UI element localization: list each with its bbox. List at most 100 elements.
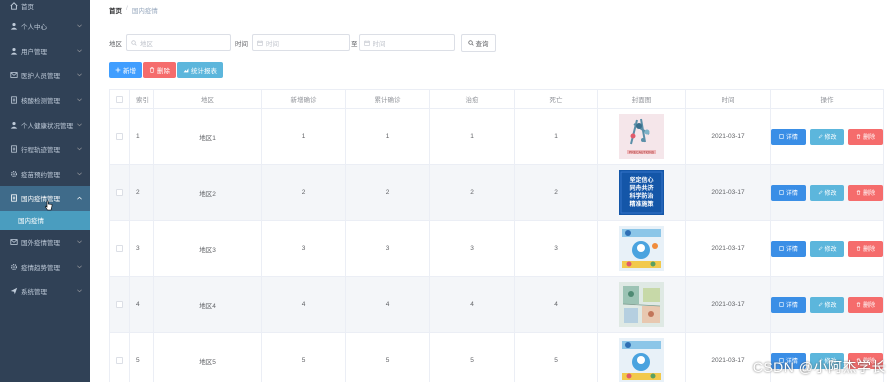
breadcrumb-current: 国内疫情: [131, 8, 158, 15]
sidebar-item-home[interactable]: 首页: [0, 0, 90, 14]
sidebar-item-foreign-epidemic[interactable]: 国外疫情管理: [0, 230, 90, 255]
header-area: 地区: [154, 90, 262, 108]
sidebar-item-nucleic-test[interactable]: 核酸检测管理: [0, 88, 90, 113]
sidebar-item-health-status[interactable]: 个人健康状况管理: [0, 112, 90, 137]
cell-cover: [598, 333, 686, 382]
add-button[interactable]: 新增: [109, 62, 142, 78]
sidebar-item-medical-staff[interactable]: 医护人员管理: [0, 63, 90, 88]
cover2-line: 科学防治: [629, 192, 653, 200]
cover2-line: 坚定信心: [629, 176, 653, 184]
checkbox[interactable]: [116, 357, 123, 364]
cell-area: 地区2: [154, 165, 262, 220]
cell-dead: 1: [515, 109, 598, 164]
time-end-placeholder: 时间: [372, 40, 386, 48]
delete-button[interactable]: 删除: [848, 240, 884, 257]
sidebar-item-domestic-epidemic[interactable]: 国内疫情管理: [0, 186, 90, 211]
cell-total-confirmed: 1: [346, 109, 430, 164]
sidebar-item-user-mgmt[interactable]: 用户管理: [0, 39, 90, 64]
edit-icon: [818, 302, 823, 307]
chevron-down-icon: [77, 24, 82, 28]
sidebar-item-travel-track[interactable]: 行程轨迹管理: [0, 137, 90, 162]
time-end-input[interactable]: 时间: [358, 34, 455, 51]
sidebar-item-personal-center[interactable]: 个人中心: [0, 14, 90, 39]
cell-dead: 5: [515, 333, 598, 382]
search-button[interactable]: 查询: [460, 33, 496, 52]
sidebar-item-label: 行程轨迹管理: [21, 147, 60, 155]
cover-image[interactable]: 坚定信心 同舟共济 科学防治 精准施策: [619, 170, 664, 215]
edit-icon: [818, 246, 823, 251]
checkbox[interactable]: [116, 189, 123, 196]
header-time: 时间: [686, 90, 771, 108]
delete-label: 删除: [863, 303, 876, 309]
doc-icon: [9, 194, 18, 203]
sidebar-subitem-domestic[interactable]: 国内疫情: [0, 210, 90, 230]
home-icon: [9, 1, 18, 10]
action-bar: 新增 删除 统计报表: [109, 62, 223, 78]
cover-image[interactable]: [619, 282, 664, 327]
row-select[interactable]: [109, 165, 130, 220]
delete-label: 删除: [863, 191, 876, 197]
cell-new-confirmed: 3: [262, 221, 346, 276]
sidebar-item-label: 个人健康状况管理: [21, 122, 73, 130]
delete-label: 删除: [863, 135, 876, 141]
checkbox[interactable]: [116, 133, 123, 140]
cell-total-confirmed: 3: [346, 221, 430, 276]
checkbox[interactable]: [116, 95, 123, 103]
trash-icon: [856, 246, 861, 251]
edit-button[interactable]: 修改: [809, 296, 845, 313]
delete-button[interactable]: 删除: [848, 128, 884, 145]
cover-image[interactable]: [619, 338, 664, 382]
chevron-down-icon: [77, 172, 82, 176]
header-cured: 治愈: [430, 90, 515, 108]
row-select[interactable]: [109, 221, 130, 276]
chevron-down-icon: [77, 147, 82, 151]
header-index: 索引: [130, 90, 154, 108]
cell-cured: 3: [430, 221, 515, 276]
sidebar: 首页 个人中心 用户管理 医护人员管理 核酸检测管理 个人健康状况管理 行程轨迹…: [0, 0, 90, 382]
cell-time: 2021-03-17: [686, 109, 771, 164]
cell-cover: PRECAUTIONS: [598, 109, 686, 164]
edit-button[interactable]: 修改: [809, 184, 845, 201]
stats-report-button[interactable]: 统计报表: [177, 62, 223, 78]
cover-image[interactable]: PRECAUTIONS: [619, 114, 664, 159]
edit-button[interactable]: 修改: [809, 128, 845, 145]
stats-report-label: 统计报表: [191, 68, 217, 75]
sidebar-item-trend[interactable]: 疫情趋势管理: [0, 254, 90, 279]
cell-ops: 详情 修改 删除: [771, 109, 884, 164]
detail-button[interactable]: 详情: [771, 128, 806, 145]
cell-dead: 2: [515, 165, 598, 220]
breadcrumb-home[interactable]: 首页: [109, 5, 122, 15]
detail-icon: [779, 246, 784, 251]
header-cover: 封面图: [598, 90, 686, 108]
gear-icon: [9, 262, 18, 271]
detail-button[interactable]: 详情: [771, 184, 806, 201]
area-search-input[interactable]: 地区: [126, 34, 231, 51]
sidebar-item-system[interactable]: 系统管理: [0, 279, 90, 304]
cell-area: 地区5: [154, 333, 262, 382]
batch-delete-button[interactable]: 删除: [143, 62, 176, 78]
header-new-confirmed: 新增确诊: [262, 90, 346, 108]
delete-button[interactable]: 删除: [848, 296, 884, 313]
sidebar-item-vaccine[interactable]: 疫苗预约管理: [0, 162, 90, 187]
trash-icon: [856, 190, 861, 195]
cover-image[interactable]: [619, 226, 664, 271]
delete-button[interactable]: 删除: [848, 184, 884, 201]
header-select-all[interactable]: [109, 90, 130, 108]
chart-icon: [183, 68, 189, 73]
edit-button[interactable]: 修改: [809, 240, 845, 257]
checkbox[interactable]: [116, 245, 123, 252]
cell-area: 地区4: [154, 277, 262, 332]
chevron-down-icon: [77, 289, 82, 293]
checkbox[interactable]: [116, 301, 123, 308]
detail-button[interactable]: 详情: [771, 240, 806, 257]
cell-time: 2021-03-17: [686, 165, 771, 220]
cell-total-confirmed: 2: [346, 165, 430, 220]
chevron-down-icon: [77, 240, 82, 244]
header-ops: 操作: [771, 90, 884, 108]
row-select[interactable]: [109, 333, 130, 382]
row-select[interactable]: [109, 277, 130, 332]
time-start-input[interactable]: 时间: [252, 34, 350, 51]
detail-button[interactable]: 详情: [771, 296, 806, 313]
detail-label: 详情: [785, 135, 798, 141]
row-select[interactable]: [109, 109, 130, 164]
